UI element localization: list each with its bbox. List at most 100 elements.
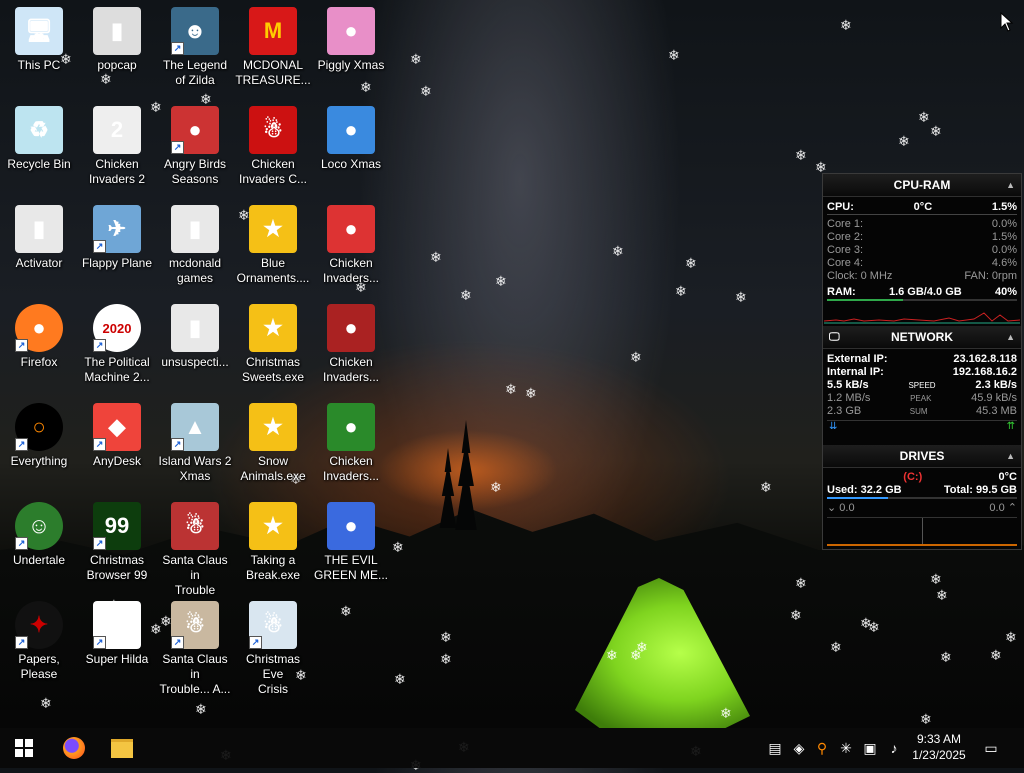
collapse-caret-icon[interactable]: ▲ [1006, 174, 1015, 196]
start-button[interactable] [0, 728, 48, 768]
desktop-icon-label: Island Wars 2 Xmas [158, 454, 232, 483]
desktop-icon-angry-birds[interactable]: ● ↗ Angry Birds Seasons [156, 100, 234, 196]
desktop-icon-chicken-invaders-a[interactable]: ● Chicken Invaders... [312, 199, 390, 295]
collapse-caret-icon[interactable]: ▲ [1006, 326, 1015, 348]
cpu-history-graph [824, 312, 1020, 324]
desktop-icon-label: Santa Claus in Trouble [162, 553, 228, 597]
network-title: NETWORK [891, 330, 953, 344]
desktop-icon-activator[interactable]: ▮ Activator [0, 199, 78, 295]
cores-list: Core 1: 0.0% Core 2: 1.5% Core 3: 0.0% Core 4:… [823, 218, 1021, 270]
desktop-icon-mcdonal-treasure[interactable]: M MCDONAL TREASURE... [234, 1, 312, 97]
sum-down: 2.3 GB [827, 405, 862, 417]
monitor-icon: 🖵 [829, 331, 840, 343]
desktop-icon-chicken-invaders-2[interactable]: 2 Chicken Invaders 2 [78, 100, 156, 196]
desktop-icon-label: Chicken Invaders 2 [88, 157, 146, 186]
desktop-icon-evil-green-me[interactable]: ● THE EVIL GREEN ME... [312, 496, 390, 592]
desktop-icon-label: The Political Machine 2... [84, 355, 150, 384]
external-ip: 23.162.8.118 [953, 353, 1017, 365]
chicken-invaders-d-icon: ● [327, 403, 375, 451]
desktop-icon-political-machine[interactable]: 2020 ↗ The Political Machine 2... [78, 298, 156, 394]
desktop-icon-recycle-bin[interactable]: ♻ Recycle Bin [0, 100, 78, 196]
snowflake-icon: ❄ [720, 705, 732, 721]
snowflake-icon[interactable]: ✳ [836, 738, 856, 758]
desktop-icon-island-wars[interactable]: ▲ ↗ Island Wars 2 Xmas [156, 397, 234, 493]
core-row: Core 4: 4.6% [823, 257, 1021, 270]
folder-icon [111, 738, 133, 758]
desktop-icon-everything[interactable]: ○ ↗ Everything [0, 397, 78, 493]
desktop-icon-mcdonald-games[interactable]: ▮ mcdonald games [156, 199, 234, 295]
desktop-icon-loco-xmas[interactable]: ● Loco Xmas [312, 100, 390, 196]
water-drop-icon[interactable]: ◈ [789, 738, 809, 758]
speed-up: 2.3 kB/s [975, 379, 1017, 391]
core-value: 4.6% [991, 257, 1017, 269]
desktop-icon-label: Recycle Bin [7, 157, 71, 171]
desktop-icon-popcap[interactable]: ▮ popcap [78, 1, 156, 97]
desktop-icon-blue-ornaments[interactable]: ★ Blue Ornaments.... [234, 199, 312, 295]
loco-xmas-icon: ● [327, 106, 375, 154]
snowflake-icon: ❄ [195, 701, 207, 717]
taskbar-firefox-button[interactable] [50, 728, 98, 768]
collapse-caret-icon[interactable]: ▲ [1006, 445, 1015, 467]
snowflake-icon: ❄ [636, 639, 648, 655]
snowflake-icon: ❄ [930, 123, 942, 139]
desktop-icon-christmas-sweets[interactable]: ★ Christmas Sweets.exe [234, 298, 312, 394]
shortcut-arrow-icon: ↗ [171, 141, 184, 154]
desktop-icon-chicken-invaders-d[interactable]: ● Chicken Invaders... [312, 397, 390, 493]
sum-label: SUM [909, 407, 928, 416]
desktop-icon-firefox[interactable]: ● ↗ Firefox [0, 298, 78, 394]
everything-search-icon[interactable]: ⚲ [812, 738, 832, 758]
desktop-icon-santa-trouble-a[interactable]: ☃ ↗ Santa Claus in Trouble... A... [156, 595, 234, 696]
desktop-icon-label: mcdonald games [168, 256, 222, 285]
action-center-icon[interactable]: ▭ [981, 738, 1001, 758]
sum-up: 45.3 MB [976, 405, 1017, 417]
network-header[interactable]: 🖵 NETWORK ▲ [823, 326, 1021, 349]
desktop-icon-christmas-browser[interactable]: 99 ↗ Christmas Browser 99 [78, 496, 156, 592]
desktop-icon-label: Loco Xmas [320, 157, 382, 171]
network-icon[interactable]: ▣ [860, 738, 880, 758]
drive-letter: (C:) [903, 471, 923, 483]
core-row: Core 1: 0.0% [823, 218, 1021, 231]
snowflake-icon: ❄ [830, 639, 842, 655]
taskbar-file-explorer-button[interactable] [98, 728, 146, 768]
tray-network-monitor-icon[interactable]: ▤ [765, 738, 785, 758]
christmas-browser-icon: 99 ↗ [93, 502, 141, 550]
desktop-icon-christmas-eve-crisis[interactable]: ☃ ↗ Christmas Eve Crisis [234, 595, 312, 696]
desktop-icon-santa-trouble[interactable]: ☃ Santa Claus in Trouble [156, 496, 234, 597]
santa-trouble-icon: ☃ [171, 502, 219, 550]
desktop-icon-papers-please[interactable]: ✦ ↗ Papers, Please [0, 595, 78, 691]
taking-a-break-icon: ★ [249, 502, 297, 550]
desktop-icon-snow-animals[interactable]: ★ Snow Animals.exe [234, 397, 312, 493]
desktop-icon-taking-a-break[interactable]: ★ Taking a Break.exe [234, 496, 312, 592]
desktop-icon-flappy-plane[interactable]: ✈ ↗ Flappy Plane [78, 199, 156, 295]
desktop-icon-undertale[interactable]: ☺ ↗ Undertale [0, 496, 78, 592]
drives-header[interactable]: DRIVES ▲ [823, 445, 1021, 468]
shortcut-arrow-icon: ↗ [171, 636, 184, 649]
desktop-icon-piggly-xmas[interactable]: ● Piggly Xmas [312, 1, 390, 97]
desktop-icon-legend-of-zilda[interactable]: ☻ ↗ The Legend of Zilda [156, 1, 234, 97]
snowflake-icon: ❄ [898, 133, 910, 149]
cpu-ram-title: CPU-RAM [893, 178, 951, 192]
core-value: 1.5% [991, 231, 1017, 243]
desktop-icon-chicken-invaders-b[interactable]: ● Chicken Invaders... [312, 298, 390, 394]
external-ip-label: External IP: [827, 353, 888, 365]
chicken-invaders-a-icon: ● [327, 205, 375, 253]
cpu-temp: 0°C [913, 201, 933, 213]
volume-icon[interactable]: ♪ [884, 738, 904, 758]
clock[interactable]: 9:33 AM 1/23/2025 [903, 731, 975, 763]
snowflake-icon: ❄ [930, 571, 942, 587]
snowflake-icon: ❄ [420, 83, 432, 99]
desktop-icon-super-hilda[interactable]: ▦ ↗ Super Hilda [78, 595, 156, 691]
everything-icon: ○ ↗ [15, 403, 63, 451]
desktop-icon-anydesk[interactable]: ◆ ↗ AnyDesk [78, 397, 156, 493]
desktop-icon-this-pc[interactable]: 🖥 This PC [0, 1, 78, 97]
snowflake-icon: ❄ [410, 51, 422, 67]
desktop-icon-unsuspecti[interactable]: ▮ unsuspecti... [156, 298, 234, 394]
shortcut-arrow-icon: ↗ [93, 438, 106, 451]
cpu-ram-header[interactable]: CPU-RAM ▲ [823, 174, 1021, 197]
snowflake-icon: ❄ [790, 607, 802, 623]
core-value: 0.0% [991, 218, 1017, 230]
shortcut-arrow-icon: ↗ [93, 537, 106, 550]
drive-write: 0.0 [989, 502, 1005, 514]
snowflake-icon: ❄ [490, 479, 502, 495]
desktop-icon-chicken-invaders-c[interactable]: ☃ Chicken Invaders C... [234, 100, 312, 196]
